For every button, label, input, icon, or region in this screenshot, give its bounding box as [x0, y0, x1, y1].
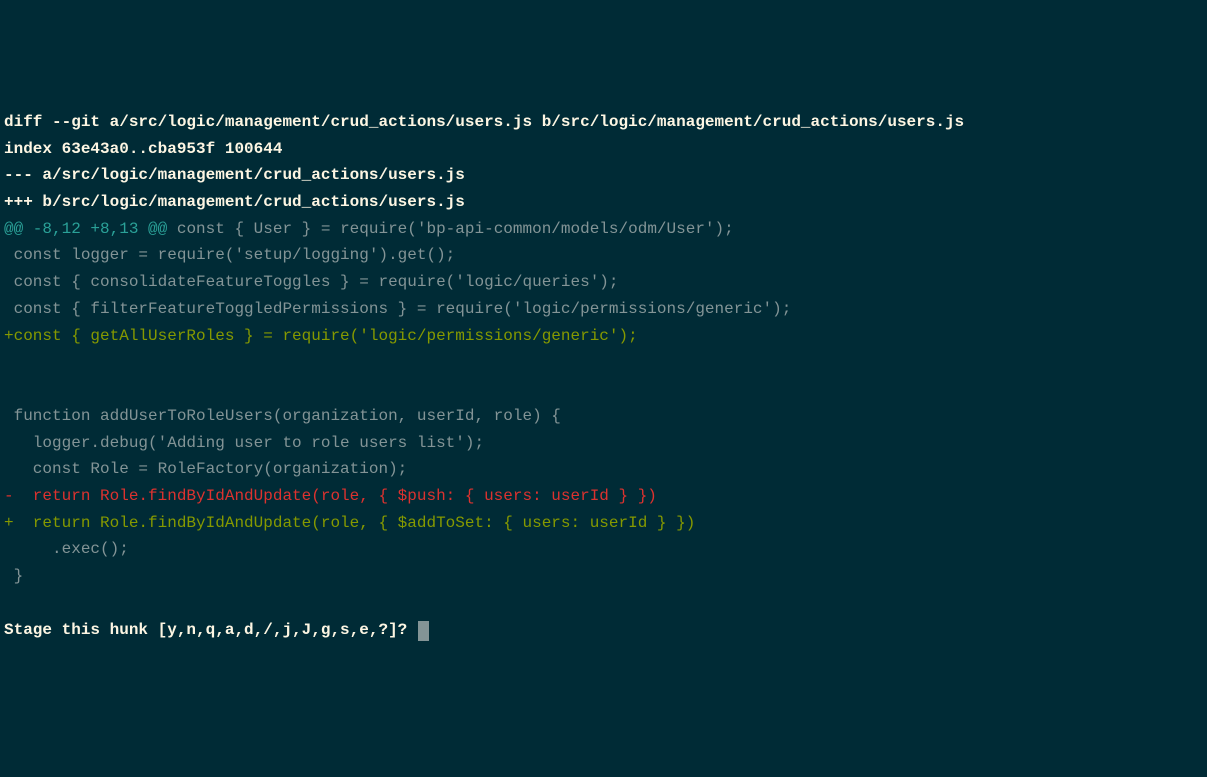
context-line: function addUserToRoleUsers(organization… — [4, 407, 561, 425]
context-line: logger.debug('Adding user to role users … — [4, 434, 484, 452]
blank-line — [4, 353, 14, 371]
added-line: +const { getAllUserRoles } = require('lo… — [4, 327, 638, 345]
diff-old-file: --- a/src/logic/management/crud_actions/… — [4, 166, 465, 184]
hunk-line: @@ -8,12 +8,13 @@ const { User } = requi… — [4, 220, 734, 238]
stage-prompt: Stage this hunk [y,n,q,a,d,/,j,J,g,s,e,?… — [4, 621, 407, 639]
hunk-context: const { User } = require('bp-api-common/… — [167, 220, 734, 238]
blank-line — [4, 594, 14, 612]
removed-line: - return Role.findByIdAndUpdate(role, { … — [4, 487, 657, 505]
context-line: const Role = RoleFactory(organization); — [4, 460, 407, 478]
context-line: } — [4, 567, 23, 585]
hunk-range: @@ -8,12 +8,13 @@ — [4, 220, 167, 238]
context-line: const { filterFeatureToggledPermissions … — [4, 300, 791, 318]
context-line: const logger = require('setup/logging').… — [4, 246, 455, 264]
cursor — [418, 621, 429, 641]
diff-index: index 63e43a0..cba953f 100644 — [4, 140, 282, 158]
added-line: + return Role.findByIdAndUpdate(role, { … — [4, 514, 695, 532]
blank-line — [4, 380, 14, 398]
diff-header: diff --git a/src/logic/management/crud_a… — [4, 113, 964, 131]
diff-new-file: +++ b/src/logic/management/crud_actions/… — [4, 193, 465, 211]
terminal-output: diff --git a/src/logic/management/crud_a… — [4, 109, 1203, 643]
prompt-line[interactable]: Stage this hunk [y,n,q,a,d,/,j,J,g,s,e,?… — [4, 621, 429, 639]
context-line: const { consolidateFeatureToggles } = re… — [4, 273, 619, 291]
